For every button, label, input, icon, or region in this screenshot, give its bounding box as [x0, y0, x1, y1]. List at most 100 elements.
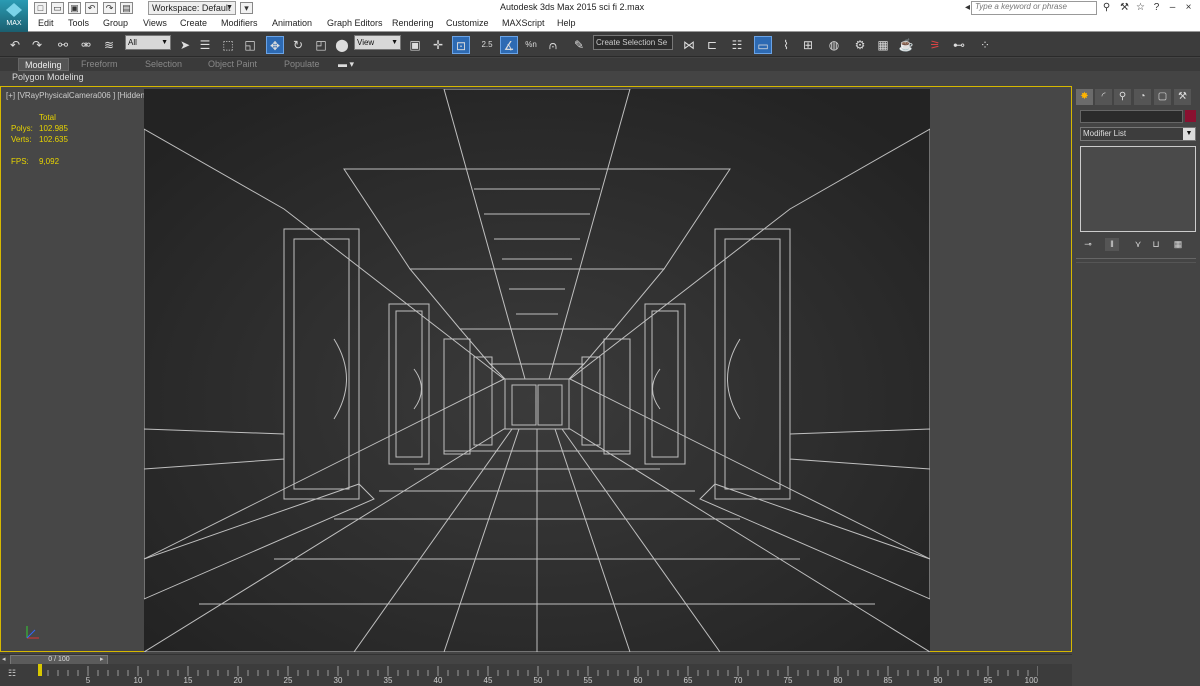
menu-customize[interactable]: Customize [446, 18, 489, 28]
window-crossing-icon[interactable]: ◱ [241, 36, 259, 54]
polygon-modeling-panel[interactable]: Polygon Modeling [12, 72, 84, 82]
menu-group[interactable]: Group [103, 18, 128, 28]
track-bar[interactable]: ☷ 5 10 15 20 25 30 35 40 45 50 55 60 65 70 75 80 85 90 95 1… [0, 664, 1072, 686]
named-selection-sets-field[interactable]: Create Selection Se [593, 35, 673, 50]
menu-graph-editors[interactable]: Graph Editors [327, 18, 383, 28]
display-tab-icon[interactable]: ▢ [1154, 89, 1171, 105]
particle-icon[interactable]: ⁘ [976, 36, 994, 54]
app-menu-button[interactable]: MAX [0, 0, 28, 32]
undo-icon[interactable]: ↶ [6, 36, 24, 54]
object-color-swatch[interactable] [1185, 110, 1196, 122]
redo-icon[interactable]: ↷ [28, 36, 46, 54]
object-name-field[interactable] [1080, 110, 1183, 123]
modifier-list-label: Modifier List [1083, 129, 1127, 138]
tab-populate[interactable]: Populate [284, 58, 320, 71]
tab-freeform[interactable]: Freeform [81, 58, 118, 71]
modify-tab-icon[interactable]: ◜ [1095, 89, 1112, 105]
snaps-toggle-icon[interactable]: 2.5 [478, 36, 496, 54]
menu-create[interactable]: Create [180, 18, 207, 28]
undo-icon[interactable]: ↶ [85, 2, 98, 14]
select-by-name-icon[interactable]: ☰ [196, 36, 214, 54]
vray-toolbar-icon[interactable]: ⊷ [950, 36, 968, 54]
project-folder-icon[interactable]: ▤ [120, 2, 133, 14]
binoculars-icon[interactable]: ⚲ [1100, 2, 1113, 14]
close-icon[interactable]: × [1182, 2, 1195, 14]
bind-space-warp-icon[interactable]: ≋ [100, 36, 118, 54]
ribbon-options-icon[interactable]: ▬ ▾ [338, 58, 354, 71]
tab-modeling[interactable]: Modeling [18, 58, 69, 71]
menu-help[interactable]: Help [557, 18, 576, 28]
search-input[interactable]: Type a keyword or phrase [971, 1, 1097, 15]
reference-coordinate-dropdown[interactable]: View ▼ [354, 35, 401, 50]
select-object-icon[interactable]: ➤ [176, 36, 194, 54]
utilities-tab-icon[interactable]: ⚒ [1174, 89, 1191, 105]
menu-views[interactable]: Views [143, 18, 167, 28]
quick-access-menu-icon[interactable]: ▾ [240, 2, 253, 14]
chevron-down-icon: ▼ [1183, 128, 1195, 140]
open-file-icon[interactable]: ▭ [51, 2, 64, 14]
material-editor-icon[interactable]: ◍ [825, 36, 843, 54]
previous-frame-icon[interactable]: ◂ [2, 655, 6, 663]
make-unique-icon[interactable]: ⋎ [1131, 238, 1145, 251]
select-and-link-icon[interactable]: ⚯ [54, 36, 72, 54]
unlink-icon[interactable]: ⚮ [77, 36, 95, 54]
select-and-scale-icon[interactable]: ◰ [312, 36, 330, 54]
edit-named-selection-icon[interactable]: ✎ [570, 36, 588, 54]
new-file-icon[interactable]: □ [34, 2, 47, 14]
mirror-icon[interactable]: ⋈ [680, 36, 698, 54]
toggle-ribbon-icon[interactable]: ▭ [754, 36, 772, 54]
hierarchy-tab-icon[interactable]: ⚲ [1114, 89, 1131, 105]
pivot-center-icon[interactable]: ▣ [406, 36, 424, 54]
render-production-icon[interactable]: ☕ [897, 36, 915, 54]
angle-snap-icon[interactable]: ∡ [500, 36, 518, 54]
mini-curve-editor-icon[interactable]: ☷ [8, 668, 22, 680]
menu-modifiers[interactable]: Modifiers [221, 18, 258, 28]
save-file-icon[interactable]: ▣ [68, 2, 81, 14]
workspace-dropdown[interactable]: Workspace: Default ▼ [148, 1, 236, 15]
next-frame-icon[interactable]: ▸ [100, 655, 104, 663]
menu-tools[interactable]: Tools [68, 18, 89, 28]
frame-tick-label: 55 [583, 676, 593, 685]
place-icon[interactable]: ⬤ [333, 36, 351, 54]
minimize-icon[interactable]: – [1166, 2, 1179, 14]
schematic-view-icon[interactable]: ⊞ [799, 36, 817, 54]
align-icon[interactable]: ⊏ [703, 36, 721, 54]
tab-selection[interactable]: Selection [145, 58, 182, 71]
create-tab-icon[interactable]: ✸ [1076, 89, 1093, 105]
spinner-snap-icon[interactable]: ⩀ [544, 36, 562, 54]
menu-maxscript[interactable]: MAXScript [502, 18, 545, 28]
camera-viewport[interactable]: [+] [VRayPhysicalCamera006 ] [Hidden Lin… [0, 86, 1072, 652]
remove-modifier-icon[interactable]: ⊔ [1149, 238, 1163, 251]
favorites-icon[interactable]: ☆ [1134, 2, 1147, 14]
menu-animation[interactable]: Animation [272, 18, 312, 28]
curve-editor-icon[interactable]: ⌇ [777, 36, 795, 54]
show-end-result-icon[interactable]: ‖ [1105, 238, 1119, 251]
frame-tick-label: 80 [833, 676, 843, 685]
rectangular-selection-icon[interactable]: ⬚ [219, 36, 237, 54]
tab-object-paint[interactable]: Object Paint [208, 58, 257, 71]
select-and-move-icon[interactable]: ✥ [266, 36, 284, 54]
frame-tick-label: 45 [483, 676, 493, 685]
redo-icon[interactable]: ↷ [103, 2, 116, 14]
modifier-stack[interactable] [1080, 146, 1196, 232]
pin-stack-icon[interactable]: ⊸ [1081, 238, 1095, 251]
modifier-list-dropdown[interactable]: Modifier List ▼ [1080, 127, 1196, 141]
current-frame-marker[interactable] [38, 664, 42, 676]
menu-edit[interactable]: Edit [38, 18, 54, 28]
select-and-manipulate-icon[interactable]: ✛ [429, 36, 447, 54]
selection-filter-dropdown[interactable]: All ▼ [125, 35, 171, 50]
percent-snap-icon[interactable]: %n [522, 36, 540, 54]
select-and-rotate-icon[interactable]: ↻ [289, 36, 307, 54]
rendered-frame-window-icon[interactable]: ▦ [874, 36, 892, 54]
vray-frame-buffer-icon[interactable]: ⚞ [926, 36, 944, 54]
track-bar-ticks [38, 664, 1038, 676]
communication-center-icon[interactable]: ⚒ [1118, 2, 1131, 14]
configure-sets-icon[interactable]: ▦ [1171, 238, 1185, 251]
help-icon[interactable]: ? [1150, 2, 1163, 14]
keyboard-shortcut-override-icon[interactable]: ⊡ [452, 36, 470, 54]
render-setup-icon[interactable]: ⚙ [851, 36, 869, 54]
stats-fps-value: 9,092 [39, 157, 60, 166]
motion-tab-icon[interactable]: ◔ [1134, 89, 1151, 105]
menu-rendering[interactable]: Rendering [392, 18, 434, 28]
layer-explorer-icon[interactable]: ☷ [728, 36, 746, 54]
